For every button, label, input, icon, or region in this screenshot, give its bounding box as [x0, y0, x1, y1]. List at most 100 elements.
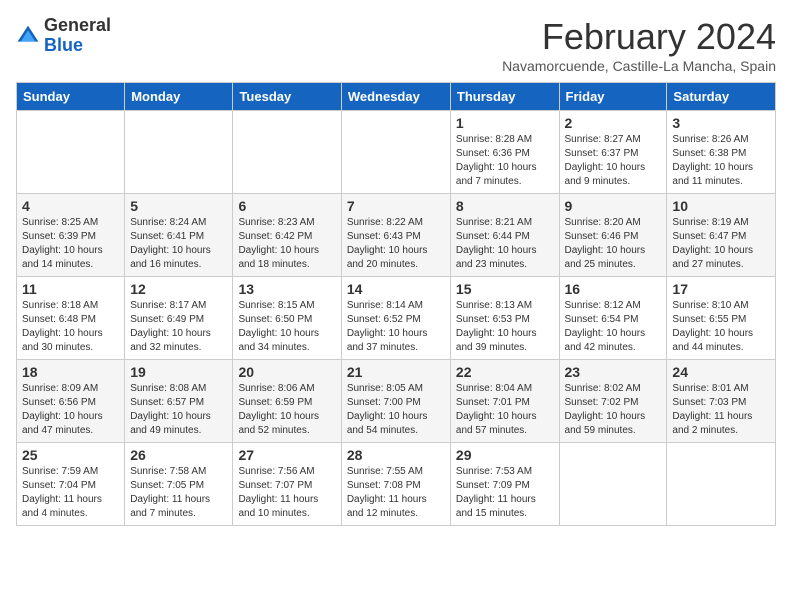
day-number: 18 [22, 364, 119, 380]
day-number: 4 [22, 198, 119, 214]
day-info: Sunrise: 8:26 AM Sunset: 6:38 PM Dayligh… [672, 133, 770, 189]
calendar-body: 1 Sunrise: 8:28 AM Sunset: 6:36 PM Daylig… [17, 111, 776, 526]
day-cell: 14 Sunrise: 8:14 AM Sunset: 6:52 PM Dayli… [341, 277, 450, 360]
day-number: 8 [456, 198, 554, 214]
day-number: 11 [22, 281, 119, 297]
day-cell: 19 Sunrise: 8:08 AM Sunset: 6:57 PM Dayli… [125, 360, 233, 443]
day-info: Sunrise: 8:04 AM Sunset: 7:01 PM Dayligh… [456, 382, 554, 438]
day-info: Sunrise: 8:13 AM Sunset: 6:53 PM Dayligh… [456, 299, 554, 355]
day-number: 13 [238, 281, 335, 297]
day-cell [17, 111, 125, 194]
day-cell: 6 Sunrise: 8:23 AM Sunset: 6:42 PM Daylig… [233, 194, 341, 277]
day-number: 6 [238, 198, 335, 214]
week-row-4: 25Sunrise: 7:59 AM Sunset: 7:04 PM Dayli… [17, 443, 776, 526]
day-cell [233, 111, 341, 194]
day-info: Sunrise: 8:23 AM Sunset: 6:42 PM Dayligh… [238, 216, 335, 272]
day-cell: 25Sunrise: 7:59 AM Sunset: 7:04 PM Dayli… [17, 443, 125, 526]
day-cell [125, 111, 233, 194]
day-info: Sunrise: 8:17 AM Sunset: 6:49 PM Dayligh… [130, 299, 227, 355]
header-cell-thursday: Thursday [450, 83, 559, 111]
day-cell: 2 Sunrise: 8:27 AM Sunset: 6:37 PM Daylig… [559, 111, 667, 194]
day-cell: 24 Sunrise: 8:01 AM Sunset: 7:03 PM Dayli… [667, 360, 776, 443]
day-info: Sunrise: 8:20 AM Sunset: 6:46 PM Dayligh… [565, 216, 662, 272]
header-area: General Blue February 2024 Navamorcuende… [16, 16, 776, 74]
day-number: 20 [238, 364, 335, 380]
day-cell [667, 443, 776, 526]
day-number: 24 [672, 364, 770, 380]
day-info: Sunrise: 8:09 AM Sunset: 6:56 PM Dayligh… [22, 382, 119, 438]
day-info: Sunrise: 7:56 AM Sunset: 7:07 PM Dayligh… [238, 465, 335, 521]
day-cell: 11 Sunrise: 8:18 AM Sunset: 6:48 PM Dayli… [17, 277, 125, 360]
day-info: Sunrise: 8:05 AM Sunset: 7:00 PM Dayligh… [347, 382, 445, 438]
day-cell: 10 Sunrise: 8:19 AM Sunset: 6:47 PM Dayli… [667, 194, 776, 277]
day-cell: 16 Sunrise: 8:12 AM Sunset: 6:54 PM Dayli… [559, 277, 667, 360]
day-info: Sunrise: 8:02 AM Sunset: 7:02 PM Dayligh… [565, 382, 662, 438]
day-info: Sunrise: 8:28 AM Sunset: 6:36 PM Dayligh… [456, 133, 554, 189]
day-cell: 3 Sunrise: 8:26 AM Sunset: 6:38 PM Daylig… [667, 111, 776, 194]
calendar-header: SundayMondayTuesdayWednesdayThursdayFrid… [17, 83, 776, 111]
day-cell: 5Sunrise: 8:24 AM Sunset: 6:41 PM Daylig… [125, 194, 233, 277]
header-cell-saturday: Saturday [667, 83, 776, 111]
day-cell: 9Sunrise: 8:20 AM Sunset: 6:46 PM Daylig… [559, 194, 667, 277]
day-info: Sunrise: 8:14 AM Sunset: 6:52 PM Dayligh… [347, 299, 445, 355]
day-cell: 17Sunrise: 8:10 AM Sunset: 6:55 PM Dayli… [667, 277, 776, 360]
day-cell: 15Sunrise: 8:13 AM Sunset: 6:53 PM Dayli… [450, 277, 559, 360]
day-cell: 18 Sunrise: 8:09 AM Sunset: 6:56 PM Dayli… [17, 360, 125, 443]
day-number: 10 [672, 198, 770, 214]
week-row-2: 11 Sunrise: 8:18 AM Sunset: 6:48 PM Dayli… [17, 277, 776, 360]
logo-text-blue: Blue [44, 35, 83, 55]
day-cell: 13 Sunrise: 8:15 AM Sunset: 6:50 PM Dayli… [233, 277, 341, 360]
day-info: Sunrise: 8:25 AM Sunset: 6:39 PM Dayligh… [22, 216, 119, 272]
day-cell [559, 443, 667, 526]
header-row: SundayMondayTuesdayWednesdayThursdayFrid… [17, 83, 776, 111]
day-info: Sunrise: 8:06 AM Sunset: 6:59 PM Dayligh… [238, 382, 335, 438]
day-number: 1 [456, 115, 554, 131]
day-cell: 4 Sunrise: 8:25 AM Sunset: 6:39 PM Daylig… [17, 194, 125, 277]
header-cell-tuesday: Tuesday [233, 83, 341, 111]
day-cell: 22 Sunrise: 8:04 AM Sunset: 7:01 PM Dayli… [450, 360, 559, 443]
logo: General Blue [16, 16, 111, 56]
location-subtitle: Navamorcuende, Castille-La Mancha, Spain [502, 58, 776, 74]
day-number: 7 [347, 198, 445, 214]
calendar-table: SundayMondayTuesdayWednesdayThursdayFrid… [16, 82, 776, 526]
day-info: Sunrise: 7:58 AM Sunset: 7:05 PM Dayligh… [130, 465, 227, 521]
day-cell: 27Sunrise: 7:56 AM Sunset: 7:07 PM Dayli… [233, 443, 341, 526]
header-cell-sunday: Sunday [17, 83, 125, 111]
day-cell [341, 111, 450, 194]
day-cell: 23 Sunrise: 8:02 AM Sunset: 7:02 PM Dayli… [559, 360, 667, 443]
day-number: 3 [672, 115, 770, 131]
day-number: 14 [347, 281, 445, 297]
title-area: February 2024 Navamorcuende, Castille-La… [502, 16, 776, 74]
day-cell: 26 Sunrise: 7:58 AM Sunset: 7:05 PM Dayli… [125, 443, 233, 526]
day-info: Sunrise: 8:10 AM Sunset: 6:55 PM Dayligh… [672, 299, 770, 355]
header-cell-monday: Monday [125, 83, 233, 111]
day-number: 2 [565, 115, 662, 131]
day-cell: 28Sunrise: 7:55 AM Sunset: 7:08 PM Dayli… [341, 443, 450, 526]
day-number: 19 [130, 364, 227, 380]
week-row-3: 18 Sunrise: 8:09 AM Sunset: 6:56 PM Dayli… [17, 360, 776, 443]
day-cell: 7Sunrise: 8:22 AM Sunset: 6:43 PM Daylig… [341, 194, 450, 277]
header-cell-wednesday: Wednesday [341, 83, 450, 111]
day-number: 16 [565, 281, 662, 297]
day-number: 23 [565, 364, 662, 380]
day-info: Sunrise: 7:53 AM Sunset: 7:09 PM Dayligh… [456, 465, 554, 521]
day-number: 26 [130, 447, 227, 463]
day-info: Sunrise: 8:08 AM Sunset: 6:57 PM Dayligh… [130, 382, 227, 438]
day-number: 12 [130, 281, 227, 297]
day-info: Sunrise: 8:01 AM Sunset: 7:03 PM Dayligh… [672, 382, 770, 438]
day-info: Sunrise: 8:27 AM Sunset: 6:37 PM Dayligh… [565, 133, 662, 189]
day-info: Sunrise: 7:55 AM Sunset: 7:08 PM Dayligh… [347, 465, 445, 521]
day-cell: 20 Sunrise: 8:06 AM Sunset: 6:59 PM Dayli… [233, 360, 341, 443]
logo-icon [16, 24, 40, 48]
day-cell: 21Sunrise: 8:05 AM Sunset: 7:00 PM Dayli… [341, 360, 450, 443]
day-number: 22 [456, 364, 554, 380]
day-info: Sunrise: 8:18 AM Sunset: 6:48 PM Dayligh… [22, 299, 119, 355]
day-cell: 1 Sunrise: 8:28 AM Sunset: 6:36 PM Daylig… [450, 111, 559, 194]
day-cell: 29Sunrise: 7:53 AM Sunset: 7:09 PM Dayli… [450, 443, 559, 526]
day-info: Sunrise: 8:19 AM Sunset: 6:47 PM Dayligh… [672, 216, 770, 272]
day-info: Sunrise: 8:15 AM Sunset: 6:50 PM Dayligh… [238, 299, 335, 355]
day-info: Sunrise: 8:12 AM Sunset: 6:54 PM Dayligh… [565, 299, 662, 355]
week-row-0: 1 Sunrise: 8:28 AM Sunset: 6:36 PM Daylig… [17, 111, 776, 194]
logo-text-general: General [44, 15, 111, 35]
day-info: Sunrise: 7:59 AM Sunset: 7:04 PM Dayligh… [22, 465, 119, 521]
